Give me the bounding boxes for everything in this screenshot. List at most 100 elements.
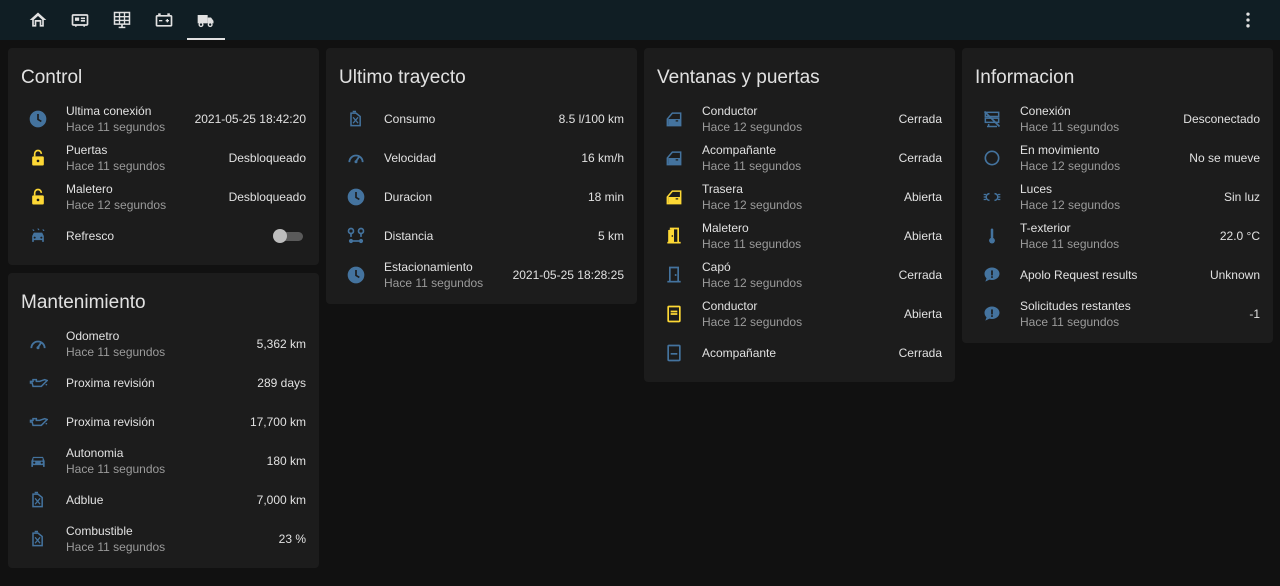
- door-open-icon: [663, 225, 685, 247]
- refresco-toggle[interactable]: [273, 228, 303, 243]
- fuel-can-icon: [345, 108, 367, 130]
- entity-row-duracion[interactable]: Duracion 18 min: [326, 177, 637, 216]
- tab-battery[interactable]: [143, 0, 185, 40]
- entity-row-puerta-trasera[interactable]: Trasera Hace 12 segundos Abierta: [644, 177, 955, 216]
- entity-row-apolo-request-results[interactable]: Apolo Request results Unknown: [962, 255, 1273, 294]
- message-alert-icon: [981, 264, 1003, 286]
- entity-name: Conductor: [702, 103, 758, 118]
- entity-name: Adblue: [66, 492, 104, 507]
- dots-vertical-icon: [1246, 12, 1250, 28]
- entity-state: 2021-05-25 18:28:25: [512, 267, 624, 282]
- entity-state: 23 %: [278, 531, 306, 546]
- speedometer-icon: [345, 147, 367, 169]
- entity-row-ultima-conexion[interactable]: Ultima conexión Hace 11 segundos 2021-05-…: [8, 99, 319, 138]
- entity-last-changed: Hace 11 segundos: [66, 119, 166, 134]
- window-open-icon: [663, 303, 685, 325]
- entity-row-puertas[interactable]: Puertas Hace 11 segundos Desbloqueado: [8, 138, 319, 177]
- entity-last-changed: Hace 11 segundos: [702, 236, 802, 251]
- entity-state: 5,362 km: [256, 336, 306, 351]
- entity-last-changed: Hace 11 segundos: [384, 275, 484, 290]
- entity-name: Proxima revisión: [66, 375, 155, 390]
- entity-row-ventana-conductor[interactable]: Conductor Hace 12 segundos Abierta: [644, 294, 955, 333]
- entity-row-capo[interactable]: Capó Hace 12 segundos Cerrada: [644, 255, 955, 294]
- entity-row-proxima-revision-dias[interactable]: Proxima revisión 289 days: [8, 363, 319, 402]
- entity-name: Acompañante: [702, 345, 777, 360]
- entity-row-estacionamiento[interactable]: Estacionamiento Hace 11 segundos 2021-05-…: [326, 255, 637, 294]
- window-closed-icon: [663, 342, 685, 364]
- entity-state: Abierta: [903, 189, 942, 204]
- car-wash-icon: [27, 225, 49, 247]
- entity-row-maletero[interactable]: Maletero Hace 12 segundos Desbloqueado: [8, 177, 319, 216]
- fuel-pump-icon: [71, 14, 89, 27]
- entity-name: Puertas: [66, 142, 108, 157]
- entity-row-conexion[interactable]: Conexión Hace 11 segundos Desconectado: [962, 99, 1273, 138]
- entity-row-en-movimiento[interactable]: En movimiento Hace 12 segundos No se muev…: [962, 138, 1273, 177]
- entity-row-velocidad[interactable]: Velocidad 16 km/h: [326, 138, 637, 177]
- entity-last-changed: Hace 11 segundos: [1020, 314, 1120, 329]
- entity-state: 22.0 °C: [1219, 228, 1260, 243]
- entity-row-consumo[interactable]: Consumo 8.5 l/100 km: [326, 99, 637, 138]
- entity-row-ventana-acompanante[interactable]: Acompañante Cerrada: [644, 333, 955, 372]
- tab-home[interactable]: [17, 0, 59, 40]
- entity-name: Conexión: [1020, 103, 1071, 118]
- entity-name: Autonomia: [66, 445, 124, 460]
- fuel-can-icon: [27, 528, 49, 550]
- entity-name: Duracion: [384, 189, 433, 204]
- entity-state: Cerrada: [898, 345, 942, 360]
- entity-row-puerta-acompanante[interactable]: Acompañante Hace 11 segundos Cerrada: [644, 138, 955, 177]
- entity-row-combustible[interactable]: Combustible Hace 11 segundos 23 %: [8, 519, 319, 558]
- entity-last-changed: Hace 11 segundos: [1020, 119, 1120, 134]
- tab-solar[interactable]: [101, 0, 143, 40]
- entity-state: Desbloqueado: [228, 150, 306, 165]
- entity-state: Abierta: [903, 306, 942, 321]
- entity-row-proxima-revision-km[interactable]: Proxima revisión 17,700 km: [8, 402, 319, 441]
- message-alert-icon: [981, 303, 1003, 325]
- home-icon: [29, 12, 47, 27]
- entity-last-changed: Hace 11 segundos: [66, 461, 166, 476]
- card-title: Mantenimiento: [21, 292, 146, 313]
- entity-row-luces[interactable]: Luces Hace 12 segundos Sin luz: [962, 177, 1273, 216]
- entity-last-changed: Hace 11 segundos: [1020, 236, 1120, 251]
- entity-state: 180 km: [266, 453, 306, 468]
- clock-icon: [345, 264, 367, 286]
- circle-outline-icon: [981, 147, 1003, 169]
- entity-row-puerta-conductor[interactable]: Conductor Hace 12 segundos Cerrada: [644, 99, 955, 138]
- card-ultimo-trayecto: Ultimo trayecto Consumo 8.5 l/100 km Vel…: [326, 48, 637, 304]
- oil-can-icon: [27, 372, 49, 394]
- solar-panel-icon: [113, 11, 131, 29]
- overflow-menu-button[interactable]: [1238, 10, 1258, 30]
- entity-row-adblue[interactable]: Adblue 7,000 km: [8, 480, 319, 519]
- entity-row-autonomia[interactable]: Autonomia Hace 11 segundos 180 km: [8, 441, 319, 480]
- entity-state: 18 min: [587, 189, 624, 204]
- server-off-icon: [981, 108, 1003, 130]
- entity-row-odometro[interactable]: Odometro Hace 11 segundos 5,362 km: [8, 324, 319, 363]
- tab-vehicle[interactable]: [185, 0, 227, 40]
- battery-icon: [155, 13, 173, 27]
- car-light-icon: [981, 186, 1003, 208]
- entity-name: Solicitudes restantes: [1020, 298, 1131, 313]
- clock-icon: [27, 108, 49, 130]
- card-ventanas-y-puertas: Ventanas y puertas Conductor Hace 12 segu…: [644, 48, 955, 382]
- entity-state: Abierta: [903, 228, 942, 243]
- card-title: Ventanas y puertas: [657, 67, 820, 88]
- entity-name: Combustible: [66, 523, 133, 538]
- entity-name: En movimiento: [1020, 142, 1100, 157]
- card-control: Control Ultima conexión Hace 11 segundos …: [8, 48, 319, 265]
- car-door-icon: [663, 108, 685, 130]
- entity-last-changed: Hace 12 segundos: [702, 119, 803, 134]
- entity-row-solicitudes-restantes[interactable]: Solicitudes restantes Hace 11 segundos -1: [962, 294, 1273, 333]
- fuel-can-icon: [27, 489, 49, 511]
- oil-can-icon: [27, 411, 49, 433]
- car-icon: [27, 450, 49, 472]
- tab-fuel[interactable]: [59, 0, 101, 40]
- truck-icon: [197, 15, 214, 28]
- entity-row-t-exterior[interactable]: T-exterior Hace 11 segundos 22.0 °C: [962, 216, 1273, 255]
- entity-last-changed: Hace 12 segundos: [66, 197, 167, 212]
- entity-row-maletero[interactable]: Maletero Hace 11 segundos Abierta: [644, 216, 955, 255]
- entity-state: Desbloqueado: [228, 189, 306, 204]
- entity-row-distancia[interactable]: Distancia 5 km: [326, 216, 637, 255]
- entity-state: 7,000 km: [256, 492, 306, 507]
- entity-last-changed: Hace 11 segundos: [66, 344, 166, 359]
- entity-name: Apolo Request results: [1020, 267, 1138, 282]
- entity-state: Sin luz: [1223, 189, 1260, 204]
